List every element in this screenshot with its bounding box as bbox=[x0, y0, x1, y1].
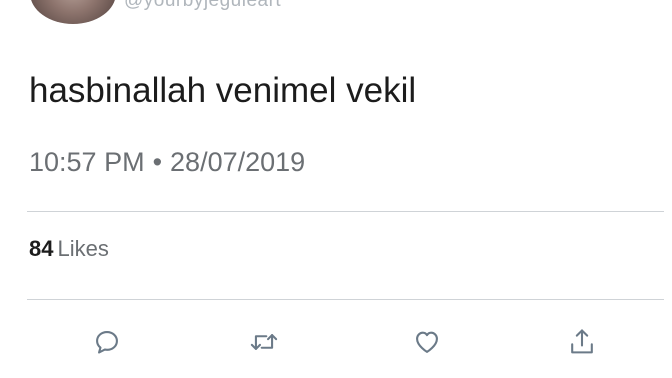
tweet-card: @yourbyjeguleart hasbinallah venimel vek… bbox=[0, 0, 672, 378]
heart-icon bbox=[416, 331, 438, 353]
tweet-date: 28/07/2019 bbox=[170, 147, 306, 177]
likes-label: Likes bbox=[57, 236, 109, 261]
retweet-button[interactable] bbox=[247, 325, 281, 359]
reply-icon bbox=[96, 331, 118, 354]
tweet-text: hasbinallah venimel vekil bbox=[29, 71, 417, 110]
share-icon bbox=[571, 329, 593, 354]
tweet-time: 10:57 PM bbox=[29, 147, 145, 177]
share-button[interactable] bbox=[565, 325, 599, 359]
divider bbox=[27, 299, 664, 300]
tweet-timestamp[interactable]: 10:57 PM • 28/07/2019 bbox=[29, 147, 305, 178]
avatar[interactable] bbox=[30, 0, 116, 24]
likes-stat[interactable]: 84 Likes bbox=[29, 236, 109, 262]
user-handle[interactable]: @yourbyjeguleart bbox=[124, 0, 281, 12]
reply-button[interactable] bbox=[90, 325, 124, 359]
retweet-icon bbox=[250, 334, 278, 350]
likes-count: 84 bbox=[29, 236, 54, 261]
timestamp-separator: • bbox=[152, 147, 163, 177]
divider bbox=[27, 211, 664, 212]
like-button[interactable] bbox=[410, 325, 444, 359]
